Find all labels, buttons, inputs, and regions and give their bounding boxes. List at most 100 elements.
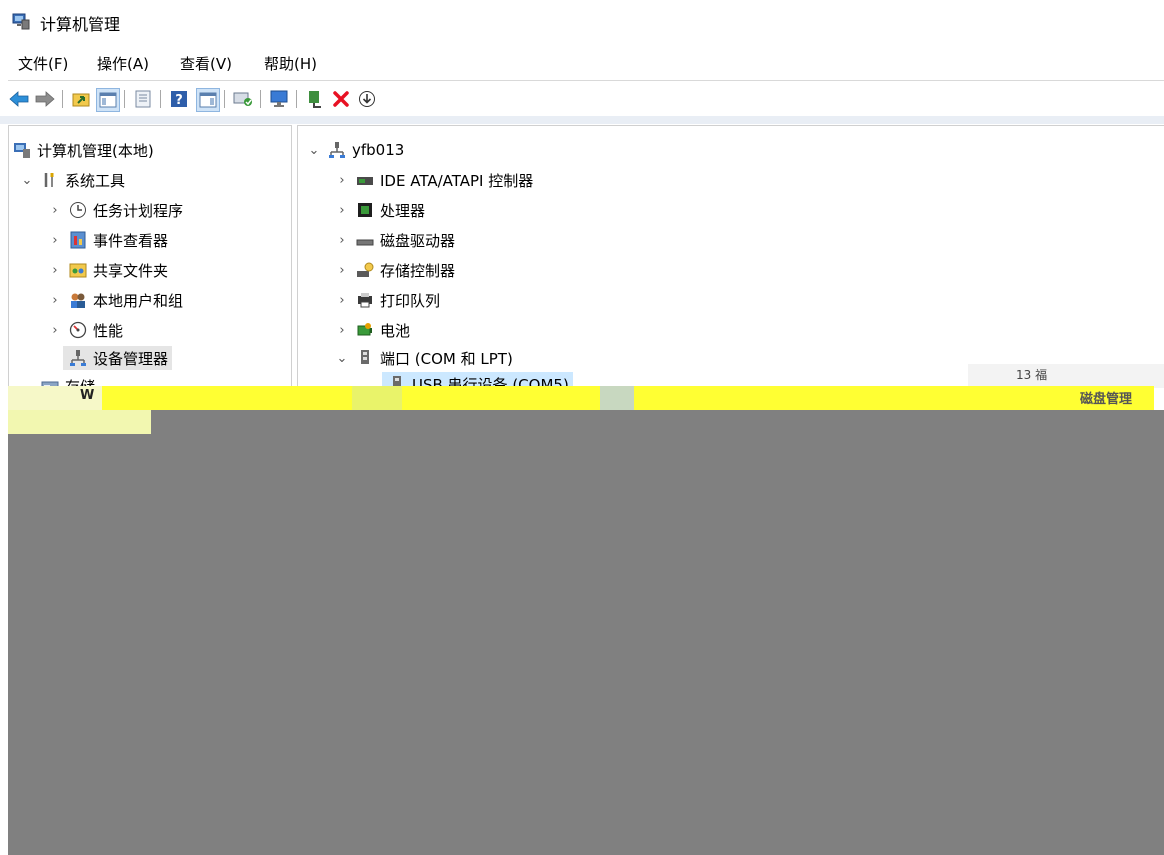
svg-text:?: ? — [175, 93, 183, 108]
chevron-right-icon[interactable]: › — [47, 203, 63, 218]
chevron-right-icon[interactable]: › — [334, 233, 350, 248]
glitch-block — [634, 386, 1154, 410]
menu-help[interactable]: 帮助(H) — [264, 53, 317, 74]
glitch-block — [600, 386, 634, 410]
help-icon[interactable]: ? — [168, 88, 190, 110]
event-viewer-icon — [70, 231, 86, 249]
chevron-down-icon[interactable]: ⌄ — [334, 351, 350, 366]
tree-root[interactable]: 计算机管理(本地) — [11, 138, 154, 162]
tree-event-viewer-label: 事件查看器 — [93, 231, 169, 250]
processor-icon — [358, 203, 372, 217]
menu-divider — [8, 80, 1164, 81]
navigation-tree: 计算机管理(本地) ⌄ 系统工具 › 任务计划程序 › 事件查看器 › 共享文件… — [8, 125, 292, 388]
glitch-block — [352, 386, 402, 410]
menu-file[interactable]: 文件(F) — [18, 53, 68, 74]
chevron-right-icon[interactable]: › — [334, 263, 350, 278]
monitor-icon[interactable] — [268, 88, 290, 110]
tree-device-manager[interactable]: 设备管理器 — [63, 346, 173, 370]
toolbar: ? — [0, 84, 1164, 114]
show-hide-tree-icon[interactable] — [96, 88, 120, 112]
device-category-processor[interactable]: › 处理器 — [334, 198, 425, 222]
toolbar-separator — [224, 90, 225, 108]
device-category-label: IDE ATA/ATAPI 控制器 — [380, 171, 534, 190]
printer-icon — [358, 293, 372, 308]
device-category-label: 磁盘驱动器 — [380, 231, 456, 250]
tree-shared-folders-label: 共享文件夹 — [93, 261, 169, 280]
menu-view[interactable]: 查看(V) — [180, 53, 232, 74]
chevron-right-icon[interactable]: › — [334, 323, 350, 338]
tree-device-manager-label: 设备管理器 — [93, 349, 169, 368]
glitch-block — [8, 410, 151, 434]
port-icon — [361, 350, 369, 364]
storage-controller-icon — [357, 262, 374, 277]
chevron-right-icon[interactable]: › — [47, 323, 63, 338]
device-computer-node[interactable]: ⌄ yfb013 — [306, 138, 405, 162]
download-icon[interactable] — [356, 88, 378, 110]
tree-root-label: 计算机管理(本地) — [37, 141, 154, 160]
device-category-print-queue[interactable]: › 打印队列 — [334, 288, 440, 312]
device-category-label: 存储控制器 — [380, 261, 456, 280]
tools-icon — [44, 173, 54, 187]
device-category-disk[interactable]: › 磁盘驱动器 — [334, 228, 455, 252]
pane-header-band — [0, 116, 1164, 124]
tree-local-users-groups-label: 本地用户和组 — [93, 291, 184, 310]
unrendered-gray-area — [8, 410, 1164, 855]
ide-controller-icon — [357, 177, 373, 185]
rendering-glitch-strip: W 磁盘管理 — [0, 386, 1164, 410]
enable-device-icon[interactable] — [304, 88, 326, 110]
chevron-right-icon[interactable]: › — [334, 173, 350, 188]
menu-bar: 文件(F) 操作(A) 查看(V) 帮助(H) — [0, 50, 1164, 78]
users-icon — [71, 293, 85, 308]
chevron-right-icon[interactable]: › — [47, 293, 63, 308]
tree-local-users-groups[interactable]: › 本地用户和组 — [47, 288, 183, 312]
up-folder-icon[interactable] — [70, 88, 92, 110]
performance-gauge-icon — [69, 321, 87, 339]
device-category-label: 打印队列 — [380, 291, 441, 310]
chevron-down-icon[interactable]: ⌄ — [19, 173, 35, 188]
tree-system-tools[interactable]: ⌄ 系统工具 — [19, 168, 125, 192]
battery-icon — [357, 323, 372, 336]
chevron-right-icon[interactable]: › — [47, 263, 63, 278]
back-arrow-icon[interactable] — [8, 88, 30, 110]
tree-performance[interactable]: › 性能 — [47, 318, 123, 342]
computer-management-icon — [12, 13, 30, 30]
computer-network-icon — [329, 142, 345, 158]
tree-system-tools-label: 系统工具 — [65, 171, 126, 190]
tree-performance-label: 性能 — [93, 321, 124, 340]
garbled-tooltip-fragment: 13 福 — [968, 364, 1164, 388]
tree-shared-folders[interactable]: › 共享文件夹 — [47, 258, 168, 282]
toolbar-separator — [62, 90, 63, 108]
menu-action[interactable]: 操作(A) — [97, 53, 149, 74]
shared-folder-icon — [69, 263, 87, 278]
glitch-block — [402, 386, 600, 410]
properties-icon[interactable] — [132, 88, 154, 110]
chevron-down-icon[interactable]: ⌄ — [306, 143, 322, 158]
chevron-right-icon[interactable]: › — [47, 233, 63, 248]
device-category-ide[interactable]: › IDE ATA/ATAPI 控制器 — [334, 168, 533, 192]
toolbar-separator — [124, 90, 125, 108]
tree-task-scheduler[interactable]: › 任务计划程序 — [47, 198, 183, 222]
disk-drive-icon — [356, 239, 374, 246]
chevron-right-icon[interactable]: › — [334, 293, 350, 308]
uninstall-x-icon[interactable] — [330, 88, 352, 110]
window-title: 计算机管理 — [40, 15, 121, 34]
device-manager-icon — [70, 350, 86, 366]
title-bar: 计算机管理 — [0, 0, 1164, 44]
toolbar-separator — [260, 90, 261, 108]
device-tree-pane: ⌄ yfb013 › IDE ATA/ATAPI 控制器 › 处理器 › 磁盘驱… — [297, 125, 1164, 388]
device-category-ports[interactable]: ⌄ 端口 (COM 和 LPT) — [334, 346, 513, 370]
computer-management-icon — [14, 143, 30, 158]
tree-task-scheduler-label: 任务计划程序 — [93, 201, 184, 220]
device-category-battery[interactable]: › 电池 — [334, 318, 410, 342]
device-category-storage-controller[interactable]: › 存储控制器 — [334, 258, 455, 282]
toolbar-separator — [160, 90, 161, 108]
chevron-right-icon[interactable]: › — [334, 203, 350, 218]
scan-hardware-icon[interactable] — [232, 88, 254, 110]
device-category-label: 电池 — [380, 321, 411, 340]
device-category-label: 端口 (COM 和 LPT) — [380, 349, 513, 368]
glitch-block — [102, 386, 352, 410]
tree-event-viewer[interactable]: › 事件查看器 — [47, 228, 168, 252]
clock-icon — [70, 202, 86, 218]
forward-arrow-icon[interactable] — [34, 88, 56, 110]
show-hide-action-pane-icon[interactable] — [196, 88, 220, 112]
